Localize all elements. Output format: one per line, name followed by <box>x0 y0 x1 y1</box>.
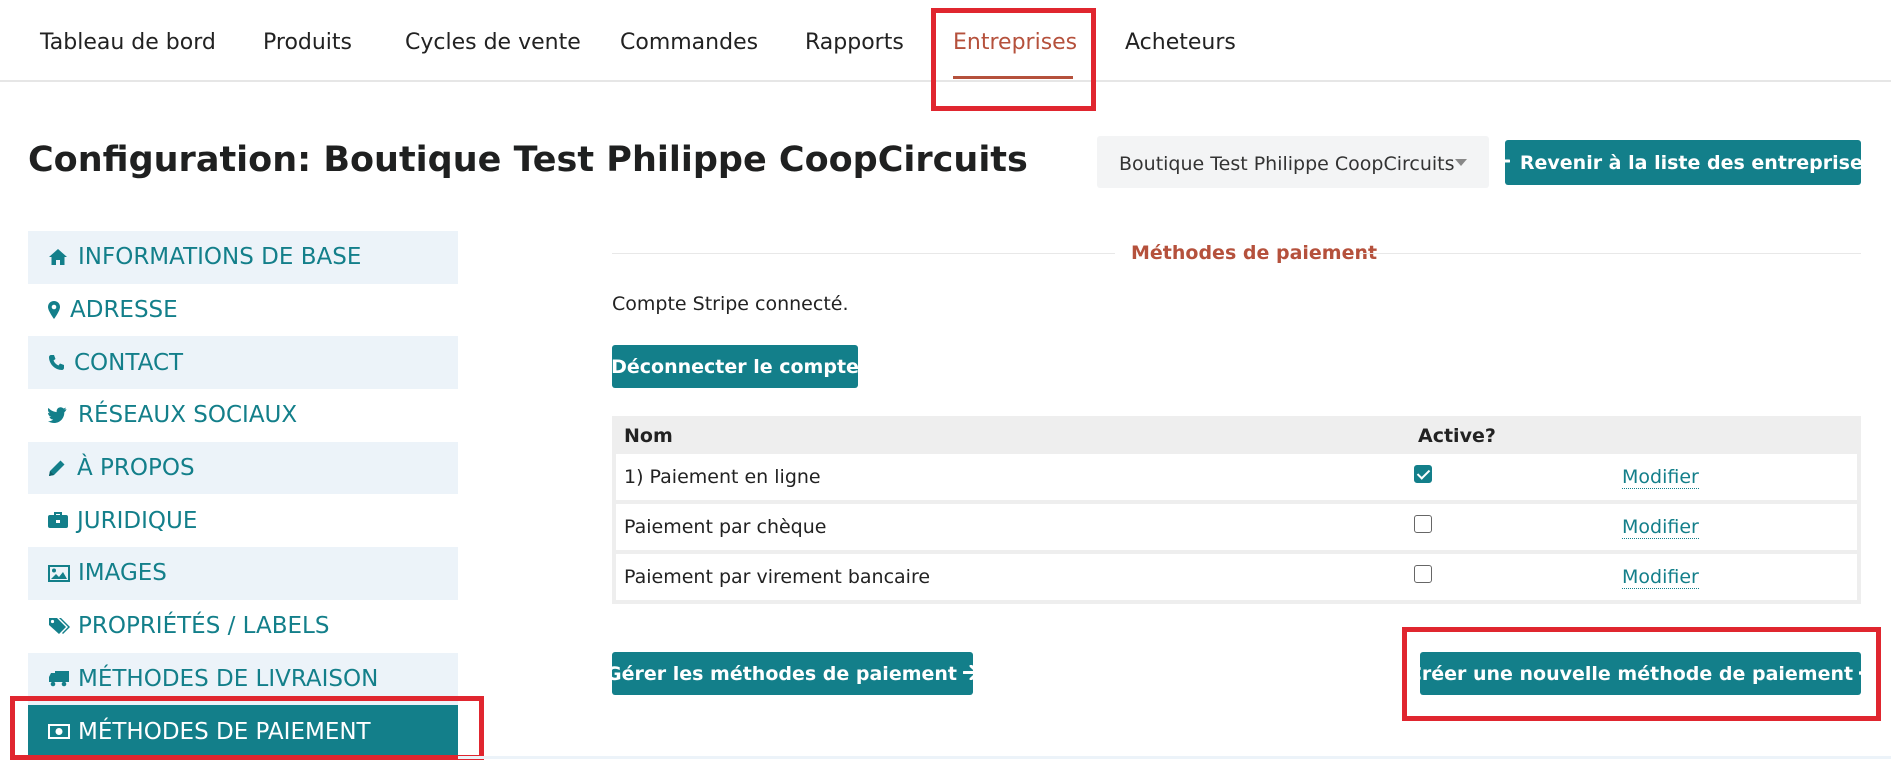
payment-method-name: 1) Paiement en ligne <box>624 466 821 488</box>
payment-method-name: Paiement par chèque <box>624 516 827 538</box>
image-icon <box>48 564 78 582</box>
nav-item-dashboard[interactable]: Tableau de bord <box>40 30 216 55</box>
section-divider-right <box>1360 253 1861 254</box>
truck-icon <box>48 670 78 687</box>
column-header-name: Nom <box>624 425 673 447</box>
top-navigation: Tableau de bord Produits Cycles de vente… <box>0 0 1891 82</box>
table-row: Paiement par chèque Modifier <box>616 504 1857 550</box>
sidebar-item-payment-methods[interactable]: MÉTHODES DE PAIEMENT <box>28 705 458 758</box>
phone-icon <box>48 354 74 371</box>
enterprise-config-sidebar: INFORMATIONS DE BASE ADRESSE CONTACT RÉS… <box>28 231 458 758</box>
column-header-active: Active? <box>1418 425 1496 447</box>
sidebar-item-label: JURIDIQUE <box>77 507 198 534</box>
sidebar-item-label: IMAGES <box>78 560 167 587</box>
create-payment-method-button[interactable]: Créer une nouvelle méthode de paiement <box>1408 652 1874 695</box>
table-header: Nom Active? <box>616 416 1857 454</box>
create-button-label: Créer une nouvelle méthode de paiement <box>1407 662 1854 685</box>
bottom-divider <box>458 756 1891 759</box>
nav-item-sales-cycles[interactable]: Cycles de vente <box>405 30 581 55</box>
money-icon <box>48 724 78 740</box>
nav-item-products[interactable]: Produits <box>263 30 352 55</box>
manage-button-label: Gérer les méthodes de paiement <box>605 662 958 685</box>
sidebar-item-shipping-methods[interactable]: MÉTHODES DE LIVRAISON <box>28 652 458 706</box>
stripe-status-text: Compte Stripe connecté. <box>612 293 849 315</box>
payment-method-name: Paiement par virement bancaire <box>624 566 931 588</box>
payment-methods-table: Nom Active? 1) Paiement en ligne Modifie… <box>612 416 1861 604</box>
sidebar-item-label: À PROPOS <box>77 455 195 482</box>
back-to-enterprises-button[interactable]: Revenir à la liste des entreprises <box>1491 140 1874 185</box>
nav-item-orders[interactable]: Commandes <box>620 30 758 55</box>
section-title: Méthodes de paiement <box>1131 242 1378 264</box>
back-button-label: Revenir à la liste des entreprises <box>1519 151 1875 174</box>
sidebar-item-label: INFORMATIONS DE BASE <box>78 244 362 271</box>
sidebar-item-basic-info[interactable]: INFORMATIONS DE BASE <box>28 231 458 284</box>
sidebar-item-address[interactable]: ADRESSE <box>28 284 458 337</box>
sidebar-item-about[interactable]: À PROPOS <box>28 441 458 495</box>
active-checkbox[interactable] <box>1414 565 1432 583</box>
active-tab-underline <box>953 76 1073 79</box>
disconnect-button-label: Déconnecter le compte <box>611 355 859 378</box>
nav-item-enterprises[interactable]: Entreprises <box>953 30 1077 55</box>
page-title: Configuration: Boutique Test Philippe Co… <box>28 140 1028 180</box>
sidebar-item-legal[interactable]: JURIDIQUE <box>28 494 458 547</box>
manage-payment-methods-button[interactable]: Gérer les méthodes de paiement <box>606 652 980 695</box>
sidebar-item-label: ADRESSE <box>70 297 178 324</box>
caret-down-icon <box>1455 159 1467 166</box>
sidebar-item-label: PROPRIÉTÉS / LABELS <box>78 613 330 640</box>
sidebar-item-label: MÉTHODES DE LIVRAISON <box>78 665 379 692</box>
active-checkbox[interactable] <box>1414 465 1432 483</box>
arrow-left-icon <box>1491 152 1511 174</box>
sidebar-item-images[interactable]: IMAGES <box>28 547 458 600</box>
section-divider-left <box>612 253 1115 254</box>
arrow-right-icon <box>962 663 980 685</box>
sidebar-item-social-networks[interactable]: RÉSEAUX SOCIAUX <box>28 389 458 442</box>
sidebar-item-label: RÉSEAUX SOCIAUX <box>78 402 298 429</box>
sidebar-item-properties-labels[interactable]: PROPRIÉTÉS / LABELS <box>28 600 458 653</box>
active-checkbox[interactable] <box>1414 515 1432 533</box>
table-row: Paiement par virement bancaire Modifier <box>616 554 1857 600</box>
nav-item-reports[interactable]: Rapports <box>805 30 904 55</box>
twitter-icon <box>48 407 78 424</box>
map-marker-icon <box>48 301 70 320</box>
edit-link[interactable]: Modifier <box>1622 516 1699 539</box>
pencil-icon <box>48 459 77 477</box>
tags-icon <box>48 617 78 635</box>
enterprise-select-value: Boutique Test Philippe CoopCircuits <box>1119 153 1455 175</box>
edit-link[interactable]: Modifier <box>1622 466 1699 489</box>
nav-item-buyers[interactable]: Acheteurs <box>1125 30 1236 55</box>
table-row: 1) Paiement en ligne Modifier <box>616 454 1857 500</box>
sidebar-item-contact[interactable]: CONTACT <box>28 336 458 390</box>
enterprise-select[interactable]: Boutique Test Philippe CoopCircuits <box>1097 136 1489 188</box>
disconnect-account-button[interactable]: Déconnecter le compte <box>611 345 859 388</box>
sidebar-item-label: MÉTHODES DE PAIEMENT <box>78 718 371 745</box>
edit-link[interactable]: Modifier <box>1622 566 1699 589</box>
plus-icon <box>1858 663 1874 685</box>
sidebar-item-label: CONTACT <box>74 349 184 376</box>
home-icon <box>48 248 78 266</box>
briefcase-icon <box>48 512 77 529</box>
